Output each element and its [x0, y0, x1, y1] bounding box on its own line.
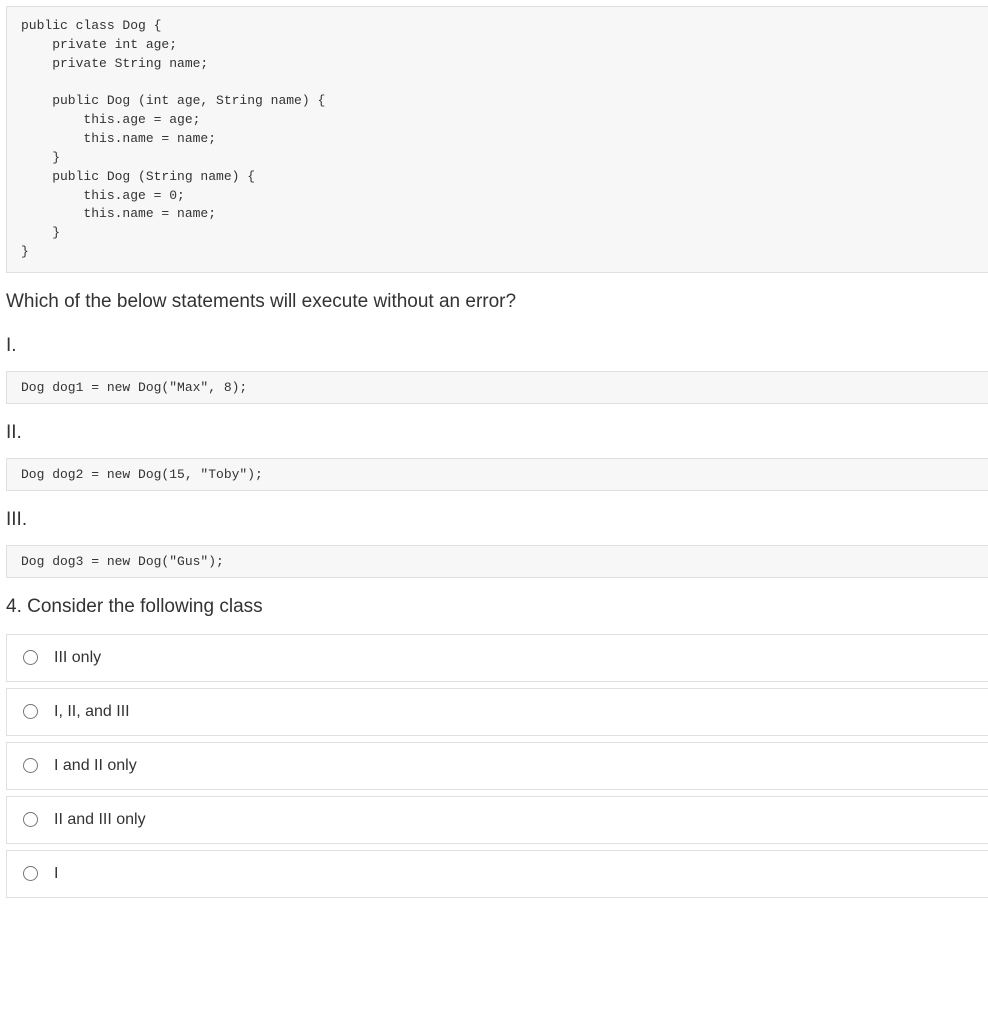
option-label-2: I and II only: [54, 757, 137, 775]
option-label-0: III only: [54, 649, 101, 667]
answer-options: III only I, II, and III I and II only II…: [6, 634, 988, 898]
statement-label-1: I.: [6, 335, 988, 357]
radio-input-0[interactable]: [23, 650, 38, 665]
radio-input-2[interactable]: [23, 758, 38, 773]
code-snippet-1: Dog dog1 = new Dog("Max", 8);: [6, 371, 988, 404]
answer-option-1[interactable]: I, II, and III: [6, 688, 988, 736]
radio-input-4[interactable]: [23, 866, 38, 881]
subheading: 4. Consider the following class: [6, 596, 988, 618]
statement-label-2: II.: [6, 422, 988, 444]
main-code-block: public class Dog { private int age; priv…: [6, 6, 988, 273]
option-label-4: I: [54, 865, 58, 883]
statement-label-3: III.: [6, 509, 988, 531]
answer-option-2[interactable]: I and II only: [6, 742, 988, 790]
question-text: Which of the below statements will execu…: [6, 291, 988, 313]
option-label-3: II and III only: [54, 811, 146, 829]
answer-option-3[interactable]: II and III only: [6, 796, 988, 844]
code-snippet-3: Dog dog3 = new Dog("Gus");: [6, 545, 988, 578]
answer-option-0[interactable]: III only: [6, 634, 988, 682]
radio-input-3[interactable]: [23, 812, 38, 827]
option-label-1: I, II, and III: [54, 703, 130, 721]
answer-option-4[interactable]: I: [6, 850, 988, 898]
radio-input-1[interactable]: [23, 704, 38, 719]
code-snippet-2: Dog dog2 = new Dog(15, "Toby");: [6, 458, 988, 491]
